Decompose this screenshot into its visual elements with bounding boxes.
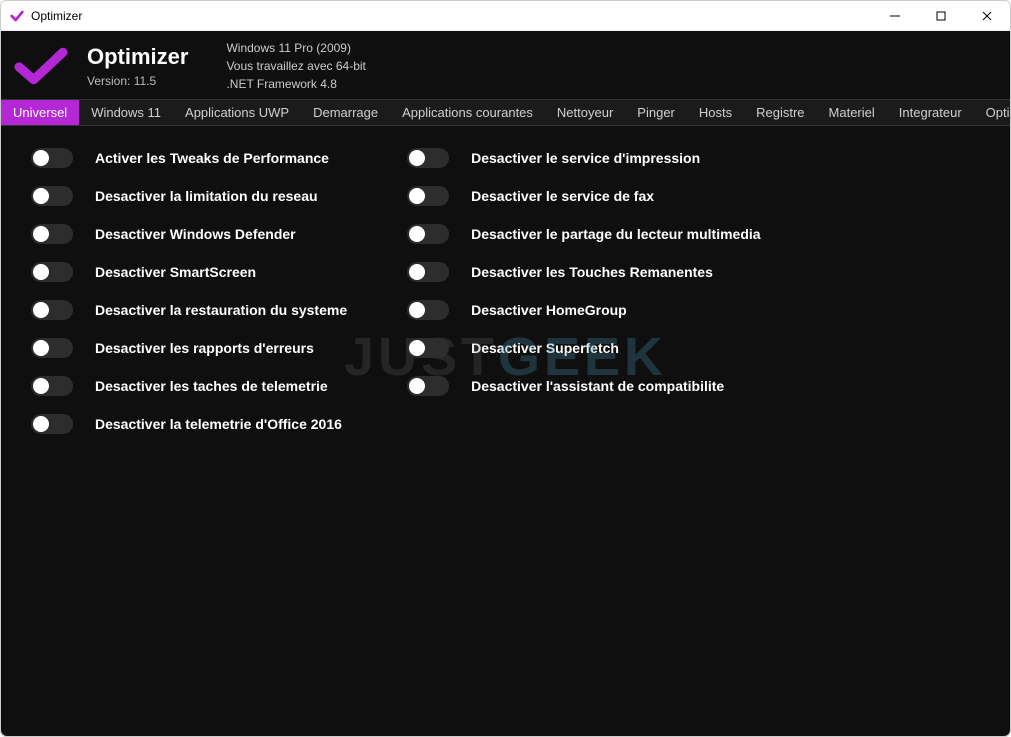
window-controls [872,1,1010,31]
toggle-homegroup: Desactiver HomeGroup [407,300,760,320]
tab-demarrage[interactable]: Demarrage [301,100,390,125]
toggle-knob-icon [409,378,425,394]
toggle-knob-icon [33,150,49,166]
toggle-label: Desactiver SmartScreen [95,264,256,280]
toggle-fax-service: Desactiver le service de fax [407,186,760,206]
toggle-label: Activer les Tweaks de Performance [95,150,329,166]
toggle-network-throttling: Desactiver la limitation du reseau [31,186,347,206]
toggle-label: Desactiver la limitation du reseau [95,188,318,204]
tab-hosts[interactable]: Hosts [687,100,744,125]
tab-bar: Universel Windows 11 Applications UWP De… [1,99,1010,126]
toggle-knob-icon [33,188,49,204]
toggle-column-right: Desactiver le service d'impression Desac… [407,148,760,714]
app-icon-small [9,8,25,24]
toggle-knob-icon [409,150,425,166]
toggle-switch[interactable] [407,262,449,282]
system-info: Windows 11 Pro (2009) Vous travaillez av… [226,39,365,93]
toggle-knob-icon [33,264,49,280]
app-window: Optimizer Optimizer Version: 11.5 Window [0,0,1011,737]
toggle-knob-icon [33,302,49,318]
toggle-switch[interactable] [31,376,73,396]
toggle-compatibility-assistant: Desactiver l'assistant de compatibilite [407,376,760,396]
toggle-switch[interactable] [31,414,73,434]
toggle-office-telemetry: Desactiver la telemetrie d'Office 2016 [31,414,347,434]
toggle-system-restore: Desactiver la restauration du systeme [31,300,347,320]
toggle-switch[interactable] [407,148,449,168]
toggle-column-left: Activer les Tweaks de Performance Desact… [31,148,347,714]
toggle-switch[interactable] [407,300,449,320]
toggle-knob-icon [33,340,49,356]
toggle-superfetch: Desactiver Superfetch [407,338,760,358]
toggle-knob-icon [33,416,49,432]
toggle-label: Desactiver HomeGroup [471,302,627,318]
close-button[interactable] [964,1,1010,31]
toggle-telemetry-tasks: Desactiver les taches de telemetrie [31,376,347,396]
tab-applications-courantes[interactable]: Applications courantes [390,100,545,125]
toggle-label: Desactiver le service d'impression [471,150,700,166]
toggle-label: Desactiver le partage du lecteur multime… [471,226,760,242]
checkmark-logo-icon [13,45,69,87]
sysinfo-dotnet: .NET Framework 4.8 [226,75,365,93]
toggle-performance-tweaks: Activer les Tweaks de Performance [31,148,347,168]
tab-materiel[interactable]: Materiel [817,100,887,125]
tab-windows-11[interactable]: Windows 11 [79,100,173,125]
toggle-label: Desactiver la telemetrie d'Office 2016 [95,416,342,432]
toggle-label: Desactiver l'assistant de compatibilite [471,378,724,394]
toggle-print-service: Desactiver le service d'impression [407,148,760,168]
sysinfo-arch: Vous travaillez avec 64-bit [226,57,365,75]
toggle-switch[interactable] [407,338,449,358]
tab-options[interactable]: Options [974,100,1010,125]
app-version: Version: 11.5 [87,74,188,88]
toggle-label: Desactiver la restauration du systeme [95,302,347,318]
toggle-windows-defender: Desactiver Windows Defender [31,224,347,244]
toggle-knob-icon [33,378,49,394]
toggle-switch[interactable] [31,338,73,358]
content-area: JUSTGEEK Activer les Tweaks de Performan… [1,126,1010,736]
toggle-label: Desactiver Windows Defender [95,226,296,242]
toggle-switch[interactable] [31,262,73,282]
maximize-button[interactable] [918,1,964,31]
sysinfo-os: Windows 11 Pro (2009) [226,39,365,57]
toggle-switch[interactable] [407,224,449,244]
minimize-button[interactable] [872,1,918,31]
toggle-switch[interactable] [407,186,449,206]
app-title-block: Optimizer Version: 11.5 [87,44,188,88]
tab-universel[interactable]: Universel [1,100,79,125]
tab-registre[interactable]: Registre [744,100,816,125]
toggle-switch[interactable] [407,376,449,396]
toggle-label: Desactiver Superfetch [471,340,619,356]
toggle-knob-icon [409,264,425,280]
toggle-knob-icon [409,340,425,356]
app-body: Optimizer Version: 11.5 Windows 11 Pro (… [1,31,1010,736]
header: Optimizer Version: 11.5 Windows 11 Pro (… [1,31,1010,99]
tab-applications-uwp[interactable]: Applications UWP [173,100,301,125]
toggle-media-sharing: Desactiver le partage du lecteur multime… [407,224,760,244]
toggle-error-reports: Desactiver les rapports d'erreurs [31,338,347,358]
tab-nettoyeur[interactable]: Nettoyeur [545,100,625,125]
toggle-knob-icon [409,302,425,318]
toggle-label: Desactiver le service de fax [471,188,654,204]
toggle-knob-icon [409,226,425,242]
toggle-label: Desactiver les Touches Remanentes [471,264,713,280]
toggle-switch[interactable] [31,186,73,206]
toggle-sticky-keys: Desactiver les Touches Remanentes [407,262,760,282]
window-title: Optimizer [31,9,82,23]
tab-integrateur[interactable]: Integrateur [887,100,974,125]
toggle-label: Desactiver les taches de telemetrie [95,378,328,394]
titlebar: Optimizer [1,1,1010,31]
tab-pinger[interactable]: Pinger [625,100,687,125]
toggle-knob-icon [409,188,425,204]
toggle-switch[interactable] [31,148,73,168]
toggle-switch[interactable] [31,224,73,244]
app-name: Optimizer [87,44,188,70]
toggle-smartscreen: Desactiver SmartScreen [31,262,347,282]
toggle-knob-icon [33,226,49,242]
toggle-label: Desactiver les rapports d'erreurs [95,340,314,356]
toggle-switch[interactable] [31,300,73,320]
